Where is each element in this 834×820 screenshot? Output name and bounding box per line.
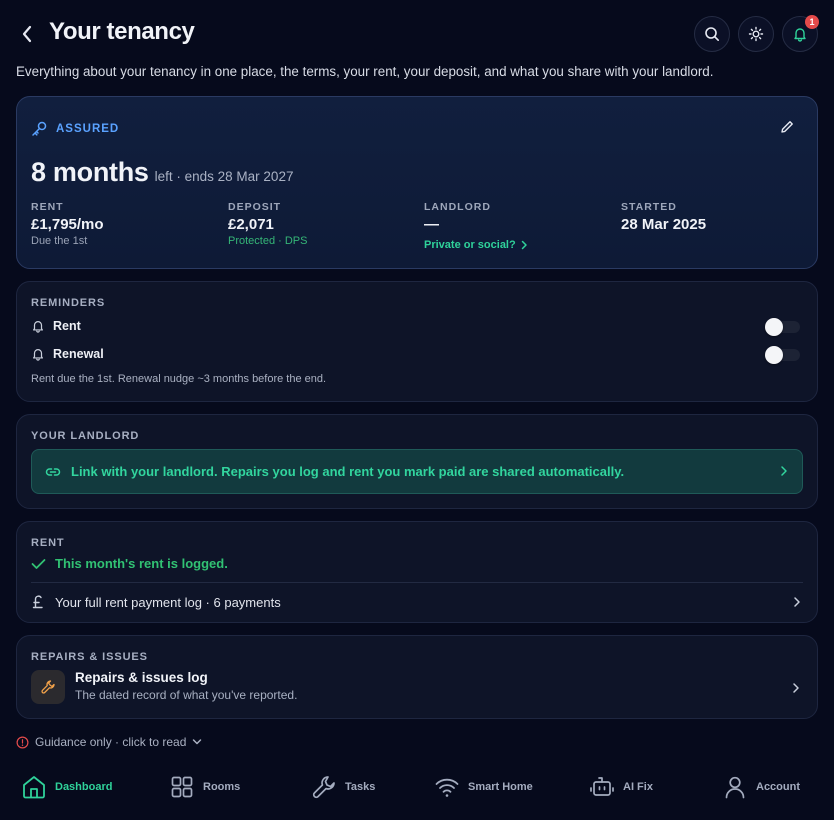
reminder-label: Renewal	[53, 347, 104, 361]
bell-icon	[794, 28, 806, 42]
check-icon	[31, 558, 46, 569]
key-icon	[32, 121, 47, 136]
link-landlord-text: Link with your landlord. Repairs you log…	[71, 464, 625, 479]
section-label: REPAIRS & ISSUES	[31, 651, 148, 663]
edit-tenancy-button[interactable]	[779, 119, 795, 135]
repairs-icon-tile	[31, 670, 65, 704]
chevron-right-icon[interactable]	[792, 681, 800, 695]
nav-label: Smart Home	[468, 781, 533, 793]
payment-log-text: Your full rent payment log · 6 payments	[55, 594, 281, 610]
nav-label: Account	[756, 781, 800, 793]
end-date-text: left · ends 28 Mar 2027	[154, 169, 294, 184]
nav-label: Dashboard	[55, 781, 113, 793]
repairs-card: REPAIRS & ISSUES Repairs & issues log Th…	[16, 635, 818, 719]
nav-label: AI Fix	[623, 781, 653, 793]
bottom-navigation: Dashboard Rooms Tasks Smart Home AI Fix …	[0, 762, 834, 820]
rent-reminder-toggle[interactable]	[765, 318, 800, 336]
tenancy-type-label: ASSURED	[56, 122, 120, 135]
rent-amount: £1,795/mo	[31, 216, 104, 233]
tenancy-type: ASSURED	[31, 120, 119, 137]
section-label: REMINDERS	[31, 297, 106, 309]
start-date: 28 Mar 2025	[621, 216, 707, 233]
back-button[interactable]	[16, 22, 38, 46]
stat-started: STARTED 28 Mar 2025	[621, 201, 706, 233]
reminder-renewal: Renewal	[31, 347, 104, 361]
reminder-label: Rent	[53, 319, 81, 333]
stat-label: LANDLORD	[424, 201, 491, 213]
deposit-protection: Protected · DPS	[228, 235, 308, 247]
repairs-log-subtitle: The dated record of what you've reported…	[75, 688, 298, 702]
pencil-icon	[781, 121, 793, 133]
reminders-card: REMINDERS Rent Renewal Rent due the 1st.…	[16, 281, 818, 402]
user-icon	[725, 776, 745, 799]
bell-icon	[33, 349, 43, 361]
theme-toggle-button[interactable]	[738, 16, 774, 52]
nav-dashboard[interactable]: Dashboard	[21, 774, 112, 800]
wrench-icon	[41, 680, 55, 694]
link-icon	[45, 467, 61, 476]
chevron-right-icon	[794, 597, 800, 607]
section-label: RENT	[31, 537, 65, 549]
reminders-note: Rent due the 1st. Renewal nudge ~3 month…	[31, 373, 327, 385]
header: Your tenancy 1	[0, 0, 834, 68]
search-icon	[705, 27, 719, 41]
nav-tasks[interactable]: Tasks	[311, 774, 375, 800]
rent-logged-status: This month's rent is logged.	[31, 556, 228, 571]
notifications-button[interactable]: 1	[782, 15, 819, 52]
stat-label: RENT	[31, 201, 64, 213]
tenancy-summary-card: ASSURED 8 months left · ends 28 Mar 2027…	[16, 96, 818, 269]
rent-status-text: This month's rent is logged.	[55, 556, 228, 571]
section-label: YOUR LANDLORD	[31, 430, 140, 442]
reminder-rent: Rent	[31, 319, 81, 333]
page-subtitle: Everything about your tenancy in one pla…	[16, 64, 714, 79]
landlord-value: —	[424, 216, 439, 233]
bell-icon	[33, 321, 43, 333]
notification-badge: 1	[805, 15, 819, 29]
rent-payment-log-link[interactable]: Your full rent payment log · 6 payments	[31, 592, 803, 612]
rent-card: RENT This month's rent is logged. Your f…	[16, 521, 818, 623]
home-icon	[23, 776, 45, 799]
repairs-log-title[interactable]: Repairs & issues log	[75, 670, 208, 685]
stat-label: DEPOSIT	[228, 201, 282, 213]
divider	[31, 582, 803, 583]
landlord-type-link[interactable]: Private or social?	[424, 239, 528, 251]
chevron-down-icon	[193, 739, 202, 745]
alert-circle-icon	[16, 736, 29, 748]
wrench-icon	[312, 776, 335, 799]
time-remaining: 8 months left · ends 28 Mar 2027	[31, 157, 293, 188]
chevron-right-icon	[521, 240, 527, 250]
guidance-disclosure[interactable]: Guidance only · click to read	[16, 735, 202, 749]
robot-icon	[590, 777, 614, 796]
renewal-reminder-toggle[interactable]	[765, 346, 800, 364]
nav-ai-fix[interactable]: AI Fix	[589, 774, 653, 800]
page-title: Your tenancy	[49, 18, 195, 45]
search-button[interactable]	[694, 16, 730, 52]
grid-icon	[171, 776, 193, 798]
landlord-card: YOUR LANDLORD Link with your landlord. R…	[16, 414, 818, 509]
wifi-icon	[435, 778, 459, 797]
sun-icon	[748, 26, 764, 42]
months-left: 8 months	[31, 157, 149, 187]
chevron-right-icon	[781, 466, 787, 476]
deposit-amount: £2,071	[228, 216, 274, 233]
chevron-left-icon	[22, 25, 32, 43]
pound-icon	[32, 595, 43, 609]
stat-rent: RENT £1,795/mo Due the 1st	[31, 201, 104, 247]
nav-smart-home[interactable]: Smart Home	[434, 774, 533, 800]
stat-landlord: LANDLORD — Private or social?	[424, 201, 528, 251]
stat-label: STARTED	[621, 201, 677, 213]
guidance-text: Guidance only · click to read	[35, 735, 187, 749]
link-landlord-button[interactable]: Link with your landlord. Repairs you log…	[31, 449, 803, 494]
nav-label: Tasks	[345, 781, 376, 793]
landlord-type-link-label: Private or social?	[424, 239, 516, 251]
stat-deposit: DEPOSIT £2,071 Protected · DPS	[228, 201, 307, 247]
nav-account[interactable]: Account	[722, 774, 800, 800]
nav-label: Rooms	[203, 781, 241, 793]
rent-due: Due the 1st	[31, 235, 88, 247]
nav-rooms[interactable]: Rooms	[169, 774, 240, 800]
